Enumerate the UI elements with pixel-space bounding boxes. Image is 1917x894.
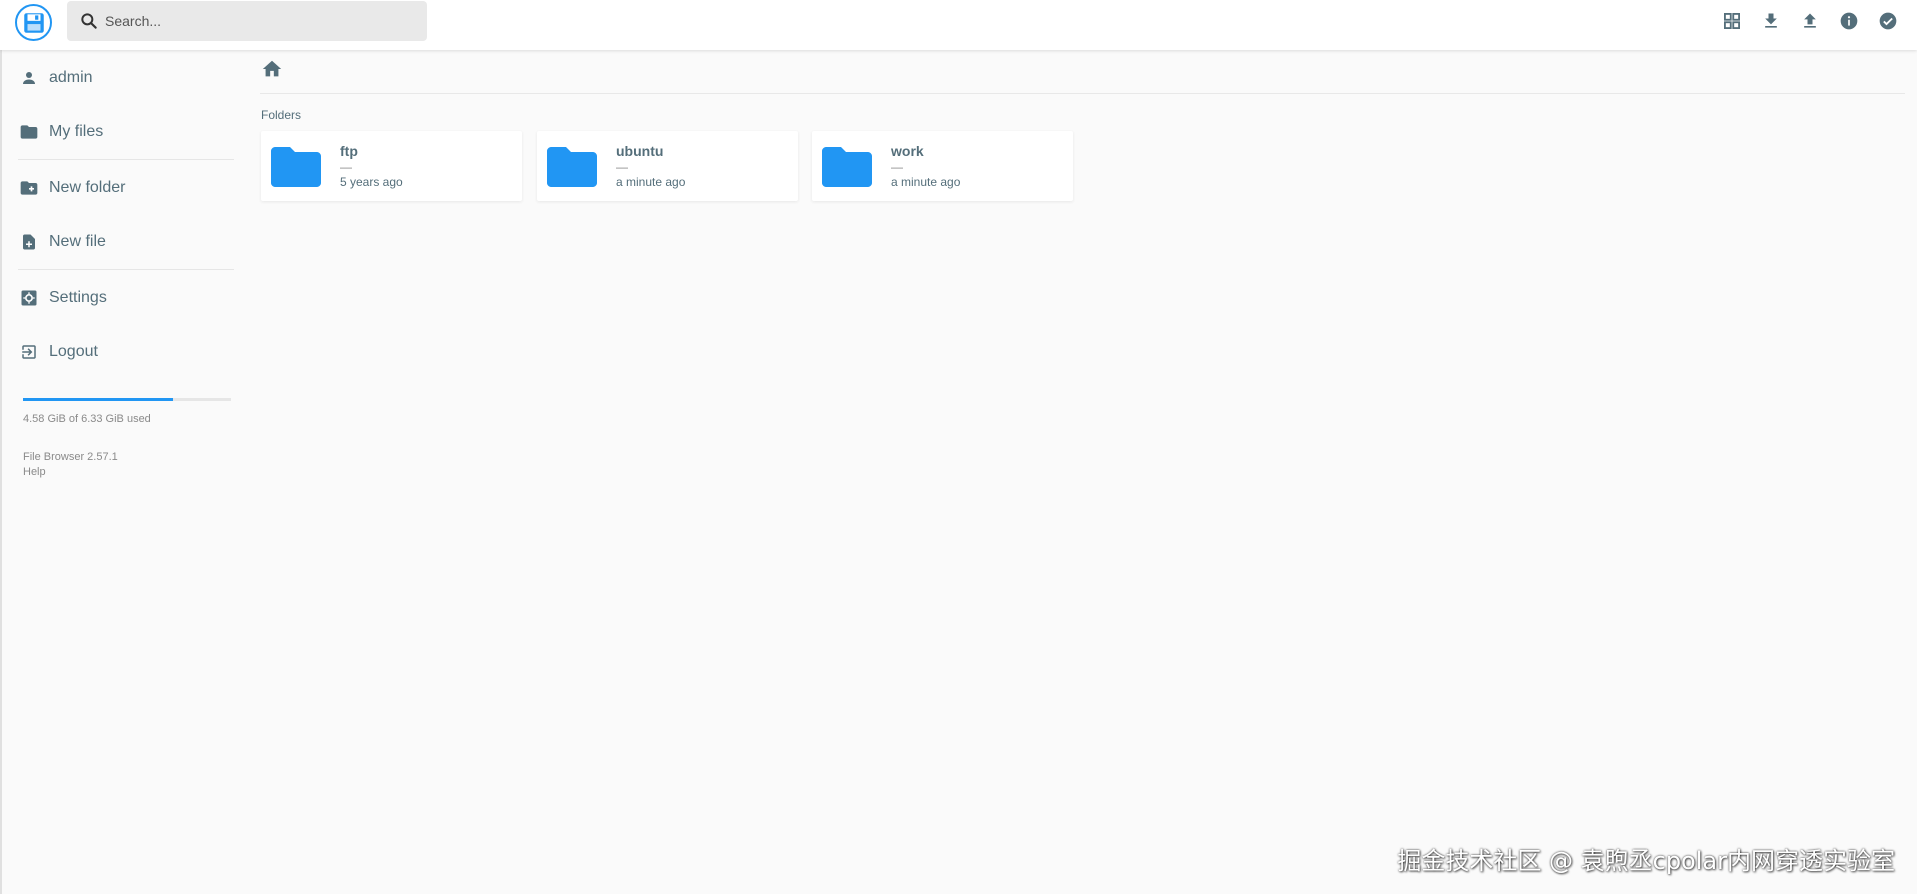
sidebar-divider: [18, 269, 234, 270]
folder-icon: [18, 121, 40, 143]
sidebar-item-label: admin: [49, 69, 93, 86]
left-border: [0, 50, 2, 894]
storage-usage-bar: [23, 398, 231, 401]
folder-size: —: [891, 160, 903, 174]
storage-usage-text: 4.58 GiB of 6.33 GiB used: [23, 413, 151, 425]
info-button[interactable]: [1837, 9, 1861, 33]
folder-name: work: [891, 143, 924, 159]
create-new-folder-icon: [18, 177, 40, 199]
folder-icon: [822, 147, 872, 187]
sidebar-item-admin[interactable]: admin: [18, 60, 228, 96]
upload-button[interactable]: [1798, 9, 1822, 33]
storage-usage-fill: [23, 398, 173, 401]
breadcrumb-divider: [260, 93, 1905, 94]
exit-icon: [18, 341, 40, 363]
version-text: File Browser 2.57.1: [23, 451, 118, 463]
search-input[interactable]: [105, 9, 405, 33]
check-circle-icon: [1879, 12, 1897, 30]
floppy-disk-icon: [23, 12, 44, 33]
note-add-icon: [18, 231, 40, 253]
folder-icon: [547, 147, 597, 187]
grid-view-icon: [1724, 13, 1740, 29]
grid-view-button[interactable]: [1720, 9, 1744, 33]
folder-modified: a minute ago: [891, 175, 961, 189]
folder-modified: 5 years ago: [340, 175, 403, 189]
search-icon: [81, 13, 97, 29]
person-icon: [18, 67, 40, 89]
sidebar-item-my-files[interactable]: My files: [18, 114, 228, 150]
sidebar-item-label: New folder: [49, 179, 126, 196]
sidebar-item-label: My files: [49, 123, 104, 140]
top-bar: [0, 0, 1917, 50]
folder-size: —: [616, 160, 628, 174]
sidebar-item-label: Logout: [49, 343, 98, 360]
download-icon: [1765, 13, 1777, 28]
watermark-text: 掘金技术社区 @ 袁煦丞cpolar内网穿透实验室: [1397, 847, 1895, 875]
folder-card-ubuntu[interactable]: ubuntu — a minute ago: [537, 131, 798, 201]
upload-icon: [1804, 13, 1816, 28]
select-button[interactable]: [1876, 9, 1900, 33]
home-icon: [262, 60, 282, 77]
folder-card-ftp[interactable]: ftp — 5 years ago: [261, 131, 522, 201]
folder-name: ubuntu: [616, 143, 664, 159]
folder-modified: a minute ago: [616, 175, 686, 189]
folder-card-work[interactable]: work — a minute ago: [812, 131, 1073, 201]
download-button[interactable]: [1759, 9, 1783, 33]
app-logo[interactable]: [15, 4, 52, 41]
sidebar-item-label: Settings: [49, 289, 107, 306]
breadcrumb-home[interactable]: [261, 58, 283, 80]
sidebar-item-new-folder[interactable]: New folder: [18, 170, 228, 206]
folder-name: ftp: [340, 143, 358, 159]
sidebar-item-settings[interactable]: Settings: [18, 280, 228, 316]
search-box[interactable]: [67, 1, 427, 41]
folder-size: —: [340, 160, 352, 174]
folder-icon: [271, 147, 321, 187]
sidebar-item-label: New file: [49, 233, 106, 250]
settings-icon: [18, 287, 40, 309]
sidebar-item-logout[interactable]: Logout: [18, 334, 228, 370]
section-title-folders: Folders: [261, 108, 302, 122]
info-icon: [1840, 12, 1858, 30]
sidebar-divider: [18, 159, 234, 160]
help-link[interactable]: Help: [23, 466, 46, 478]
sidebar-item-new-file[interactable]: New file: [18, 224, 228, 260]
